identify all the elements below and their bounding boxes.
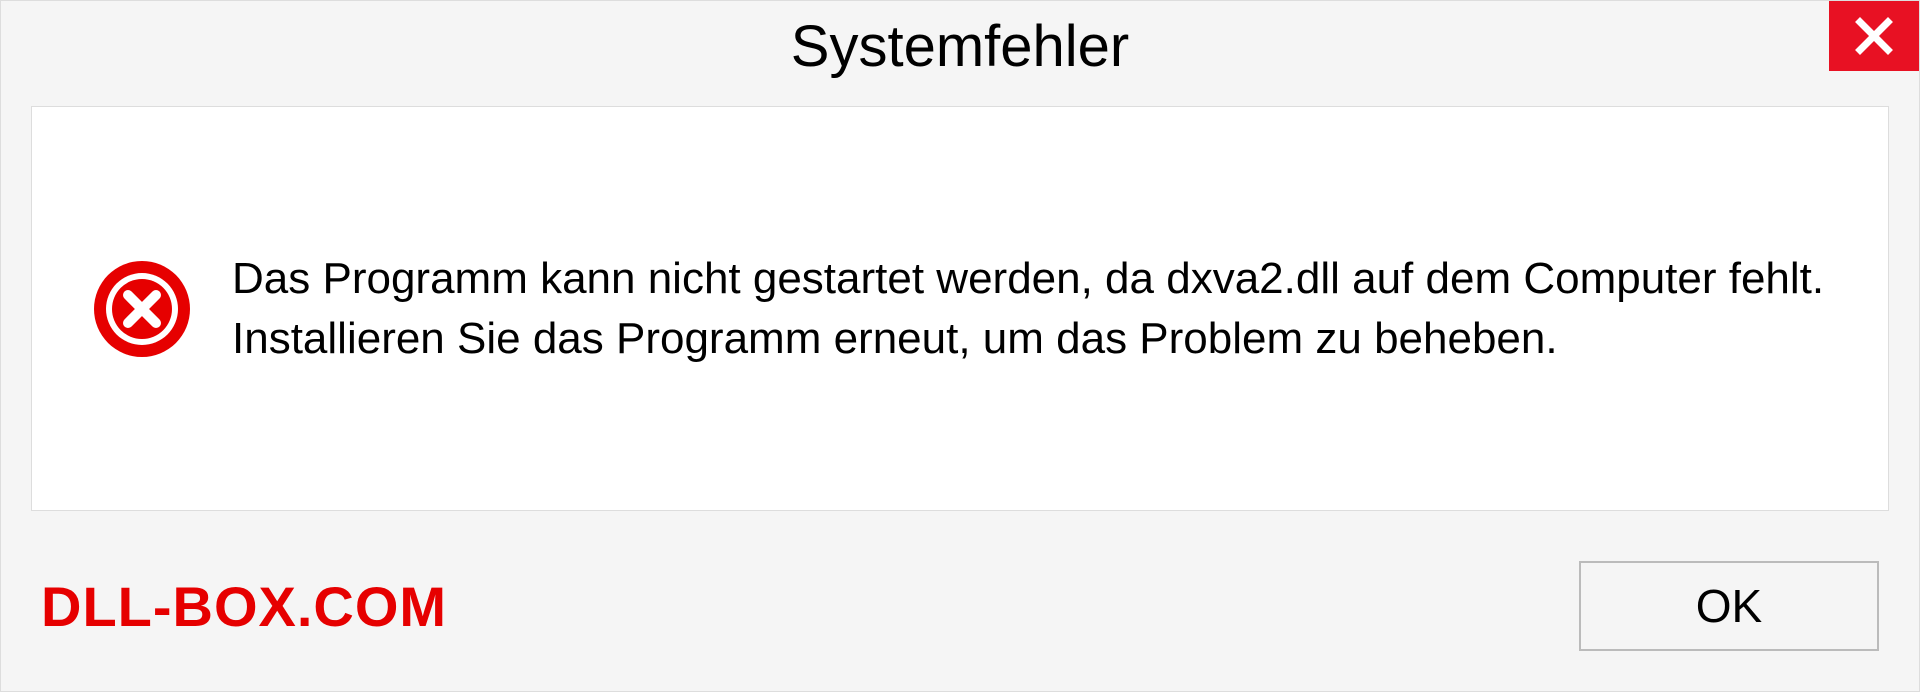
error-icon [92, 259, 192, 359]
ok-button[interactable]: OK [1579, 561, 1879, 651]
dialog-footer: DLL-BOX.COM OK [1, 531, 1919, 681]
content-panel: Das Programm kann nicht gestartet werden… [31, 106, 1889, 511]
watermark-text: DLL-BOX.COM [41, 574, 447, 639]
titlebar: Systemfehler [1, 1, 1919, 91]
error-message: Das Programm kann nicht gestartet werden… [232, 249, 1828, 368]
dialog-title: Systemfehler [791, 13, 1129, 80]
close-icon [1854, 16, 1894, 56]
close-button[interactable] [1829, 1, 1919, 71]
system-error-dialog: Systemfehler Das Programm kann nicht ges… [0, 0, 1920, 692]
